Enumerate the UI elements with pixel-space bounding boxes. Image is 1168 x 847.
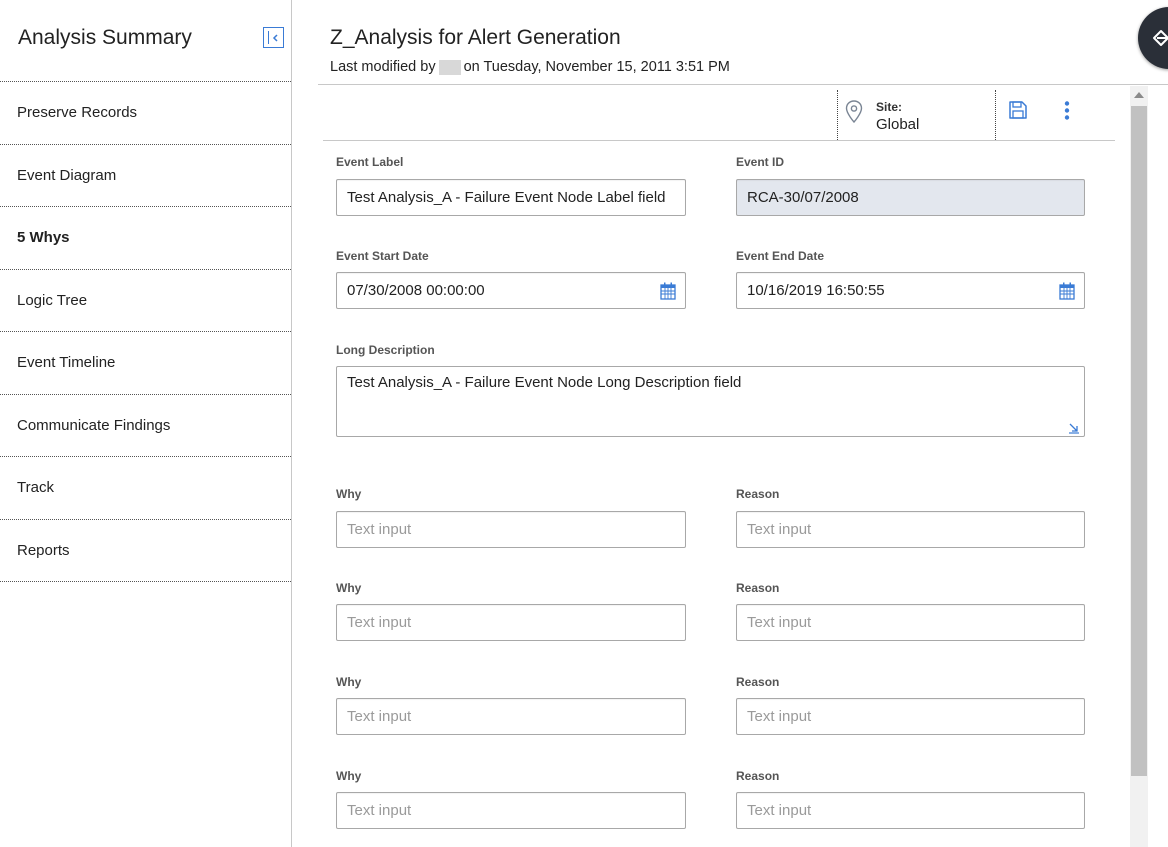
reason-input[interactable]: Text input [736, 511, 1085, 548]
sidebar-item-event-diagram[interactable]: Event Diagram [0, 145, 291, 207]
reason-input[interactable]: Text input [736, 698, 1085, 735]
more-vertical-icon[interactable] [1063, 101, 1071, 126]
scroll-thumb[interactable] [1131, 106, 1147, 776]
event-label-input[interactable]: Test Analysis_A - Failure Event Node Lab… [336, 179, 686, 216]
sidebar-item-label: Event Diagram [17, 166, 117, 184]
site-value[interactable]: Global [876, 116, 919, 133]
event-id-value: RCA-30/07/2008 [747, 189, 859, 206]
sidebar-item-label: Reports [17, 541, 70, 559]
event-end-value: 10/16/2019 16:50:55 [747, 282, 885, 299]
reason-label: Reason [736, 769, 780, 783]
sidebar-item-label: 5 Whys [17, 229, 70, 247]
why-label: Why [336, 581, 362, 595]
sidebar-item-event-timeline[interactable]: Event Timeline [0, 332, 291, 395]
why-input[interactable]: Text input [336, 604, 686, 641]
sidebar-header: Analysis Summary [0, 0, 291, 82]
sidebar-item-reports[interactable]: Reports [0, 520, 291, 582]
reason-placeholder: Text input [747, 802, 812, 819]
reason-placeholder: Text input [747, 521, 812, 538]
reason-input[interactable]: Text input [736, 792, 1085, 829]
why-placeholder: Text input [347, 614, 412, 631]
calendar-icon[interactable] [1059, 282, 1075, 300]
save-icon[interactable] [1008, 100, 1028, 125]
last-modified: Last modified by on Tuesday, November 15… [330, 59, 730, 75]
calendar-icon[interactable] [660, 282, 676, 300]
collapse-sidebar-icon[interactable] [263, 27, 284, 48]
event-end-input[interactable]: 10/16/2019 16:50:55 [736, 272, 1085, 309]
long-description-value: Test Analysis_A - Failure Event Node Lon… [347, 374, 742, 391]
main-header: Z_Analysis for Alert Generation Last mod… [318, 0, 1168, 85]
sidebar-item-label: Event Timeline [17, 354, 116, 372]
scroll-up-icon[interactable] [1134, 92, 1144, 98]
toolbar: Site: Global [323, 86, 1115, 141]
sidebar-title: Analysis Summary [18, 26, 192, 49]
expand-icon[interactable] [1068, 422, 1080, 434]
sidebar-item-label: Communicate Findings [17, 416, 171, 434]
long-description-textarea[interactable]: Test Analysis_A - Failure Event Node Lon… [336, 366, 1085, 437]
why-placeholder: Text input [347, 708, 412, 725]
toolbar-divider [995, 90, 996, 140]
why-input[interactable]: Text input [336, 698, 686, 735]
sidebar-item-logic-tree[interactable]: Logic Tree [0, 270, 291, 332]
toolbar-divider [837, 90, 838, 140]
event-id-input: RCA-30/07/2008 [736, 179, 1085, 216]
why-placeholder: Text input [347, 802, 412, 819]
exit-icon [1153, 30, 1168, 46]
event-start-value: 07/30/2008 00:00:00 [347, 282, 485, 299]
reason-label: Reason [736, 675, 780, 689]
redacted-user [438, 59, 461, 75]
sidebar-item-track[interactable]: Track [0, 457, 291, 520]
event-id-label: Event ID [736, 155, 785, 169]
event-start-label: Event Start Date [336, 249, 429, 263]
reason-placeholder: Text input [747, 614, 812, 631]
sidebar-item-label: Track [17, 479, 54, 497]
reason-placeholder: Text input [747, 708, 812, 725]
sidebar-item-5-whys[interactable]: 5 Whys [0, 207, 291, 270]
page-title: Z_Analysis for Alert Generation [330, 26, 621, 49]
sidebar-item-communicate-findings[interactable]: Communicate Findings [0, 395, 291, 457]
why-input[interactable]: Text input [336, 511, 686, 548]
long-description-label: Long Description [336, 343, 435, 357]
why-placeholder: Text input [347, 521, 412, 538]
event-label-label: Event Label [336, 155, 404, 169]
event-label-value: Test Analysis_A - Failure Event Node Lab… [347, 189, 666, 206]
location-pin-icon [845, 100, 863, 124]
last-modified-prefix: Last modified by [330, 59, 436, 75]
reason-input[interactable]: Text input [736, 604, 1085, 641]
why-label: Why [336, 675, 362, 689]
site-label: Site: [876, 100, 903, 114]
scrollbar[interactable] [1130, 86, 1148, 847]
event-start-input[interactable]: 07/30/2008 00:00:00 [336, 272, 686, 309]
last-modified-suffix: on Tuesday, November 15, 2011 3:51 PM [463, 59, 730, 75]
sidebar-item-label: Logic Tree [17, 291, 88, 309]
reason-label: Reason [736, 487, 780, 501]
sidebar: Analysis Summary Preserve Records Event … [0, 0, 292, 847]
why-input[interactable]: Text input [336, 792, 686, 829]
why-label: Why [336, 769, 362, 783]
event-end-label: Event End Date [736, 249, 825, 263]
sidebar-item-preserve-records[interactable]: Preserve Records [0, 82, 291, 145]
reason-label: Reason [736, 581, 780, 595]
why-label: Why [336, 487, 362, 501]
sidebar-item-label: Preserve Records [17, 104, 138, 122]
